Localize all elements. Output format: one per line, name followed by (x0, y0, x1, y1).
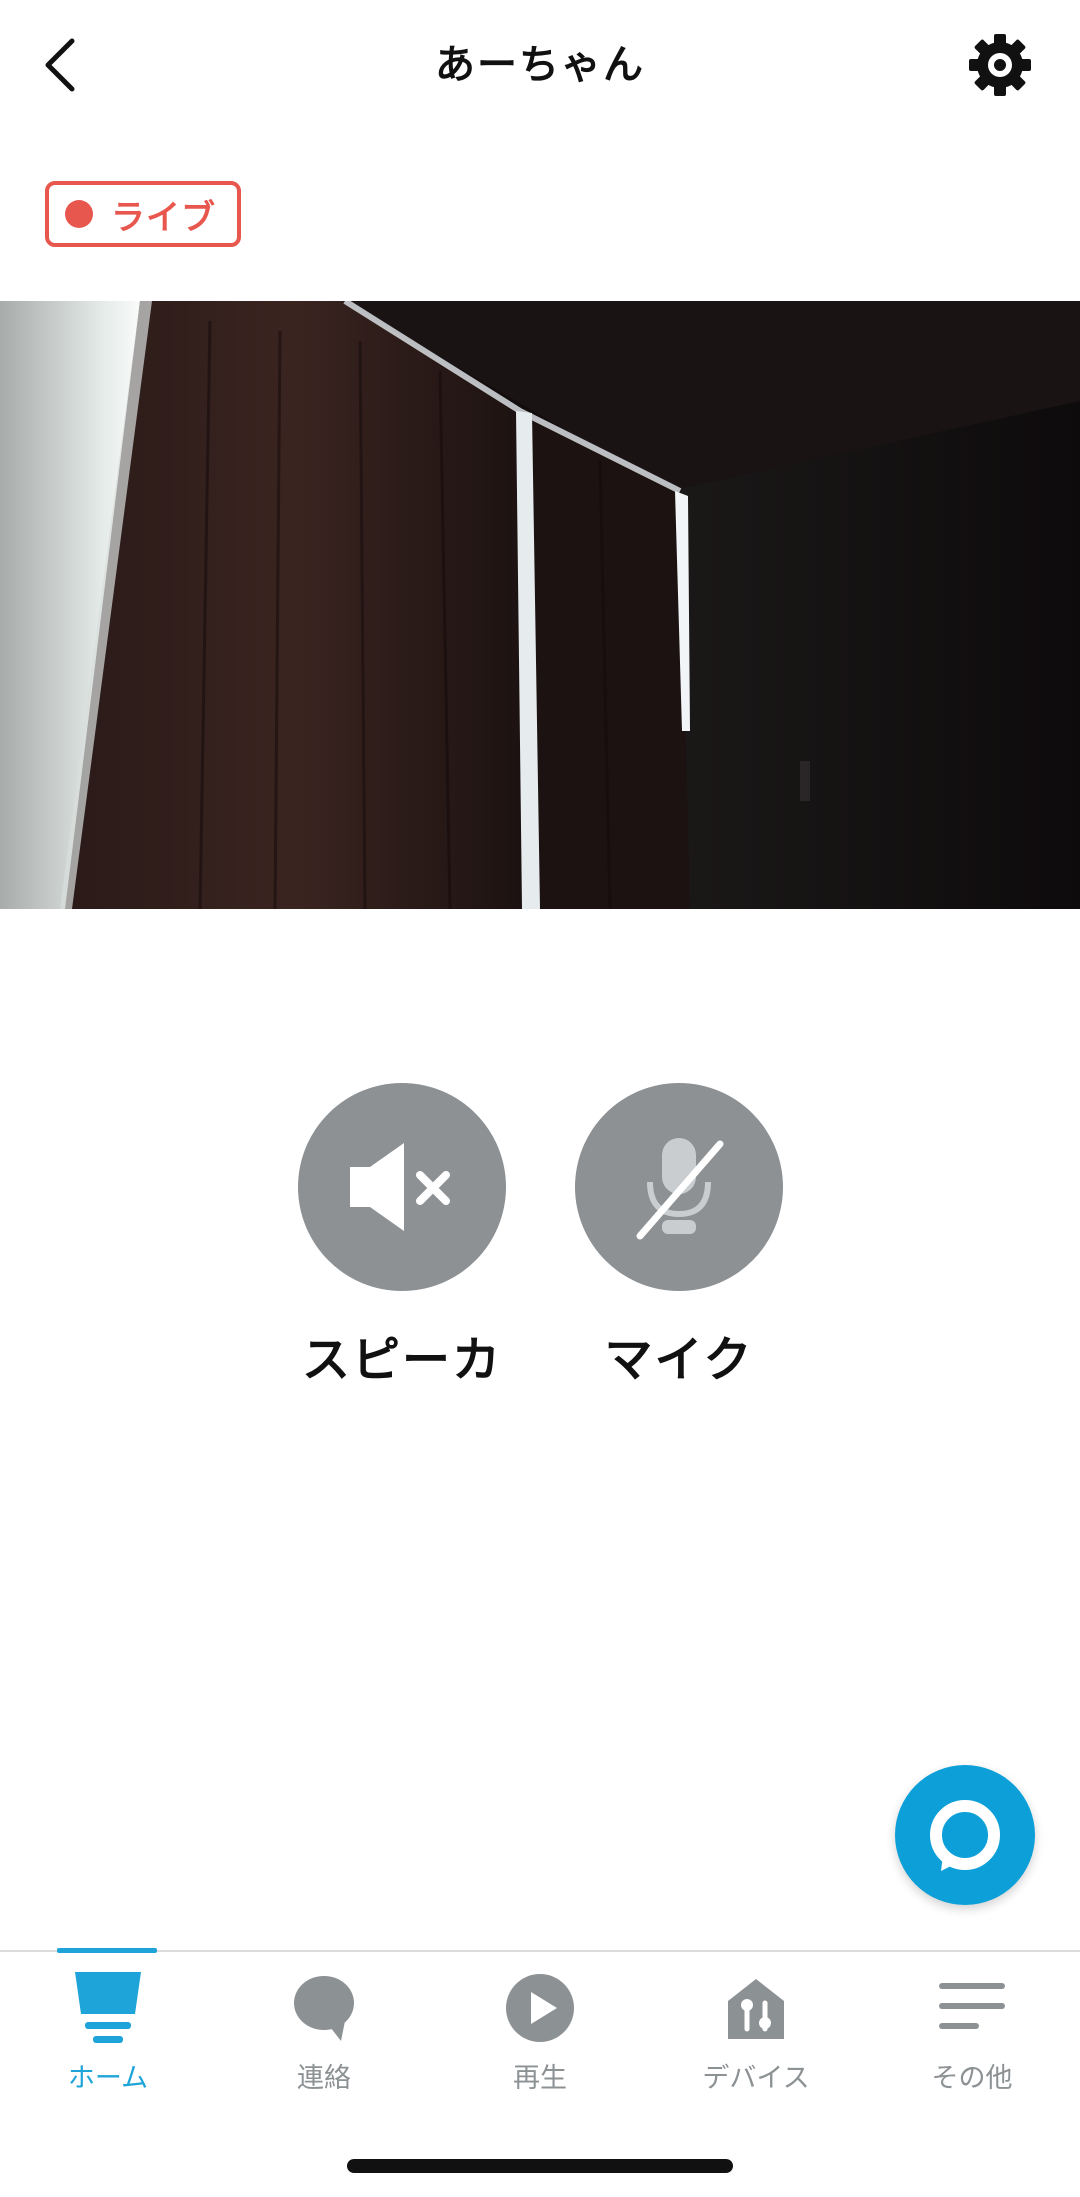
alexa-button[interactable] (895, 1765, 1035, 1905)
devices-icon (728, 1979, 784, 2039)
live-dot-icon (65, 200, 93, 228)
tab-home[interactable]: ホーム (0, 1960, 216, 2100)
tab-devices[interactable]: デバイス (648, 1960, 864, 2100)
settings-button[interactable] (962, 30, 1038, 100)
tab-bar-divider (0, 1950, 1080, 1952)
chevron-left-icon (45, 38, 75, 92)
tab-communicate[interactable]: 連絡 (216, 1960, 432, 2100)
back-button[interactable] (30, 30, 90, 100)
live-label: ライブ (111, 197, 216, 238)
gear-icon (969, 34, 1031, 96)
camera-scene (0, 301, 1080, 909)
active-tab-indicator (57, 1948, 157, 1953)
live-badge: ライブ (45, 181, 241, 247)
microphone-label: マイク (604, 1332, 754, 1388)
tab-more[interactable]: その他 (864, 1960, 1080, 2100)
speaker-label: スピーカ (301, 1332, 502, 1388)
tab-communicate-label: 連絡 (297, 2063, 351, 2094)
speaker-toggle-button[interactable] (298, 1083, 506, 1291)
tab-more-label: その他 (931, 2063, 1013, 2094)
tab-play-label: 再生 (513, 2063, 567, 2094)
microphone-off-icon (636, 1138, 724, 1240)
microphone-toggle-button[interactable] (575, 1083, 783, 1291)
play-icon (506, 1974, 574, 2042)
page-title: あーちゃん (435, 42, 645, 88)
tab-home-label: ホーム (67, 2063, 149, 2094)
tab-play[interactable]: 再生 (432, 1960, 648, 2100)
camera-video-feed[interactable] (0, 301, 1080, 909)
speaker-muted-icon (350, 1143, 450, 1231)
chat-bubble-icon (294, 1976, 354, 2041)
alexa-icon (930, 1800, 1000, 1871)
home-indicator[interactable] (347, 2159, 733, 2173)
menu-icon (939, 1983, 1005, 2029)
home-icon (75, 1972, 141, 2043)
tab-devices-label: デバイス (702, 2063, 810, 2094)
